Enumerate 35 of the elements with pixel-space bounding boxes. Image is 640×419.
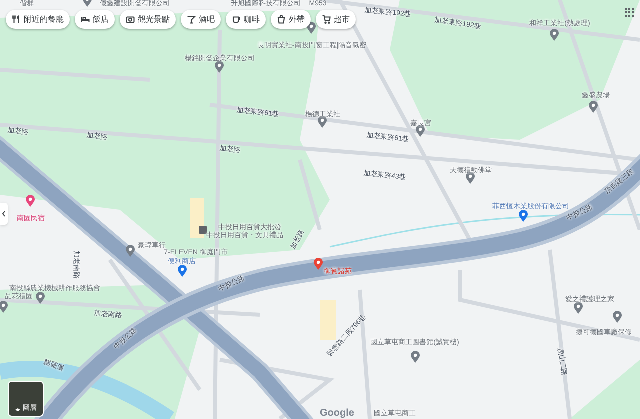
cocktail-icon — [187, 15, 196, 24]
category-chip[interactable]: 外帶 — [271, 10, 311, 29]
map-pin-icon[interactable] — [588, 101, 598, 113]
map-pin-icon[interactable] — [314, 258, 322, 270]
map-pin-icon[interactable] — [612, 311, 622, 323]
map-logo: Google — [320, 407, 354, 419]
camera-icon — [126, 15, 135, 24]
collapse-tab[interactable] — [0, 203, 8, 225]
category-chip[interactable]: 附近的餐廳 — [6, 10, 70, 29]
map-pin-icon[interactable] — [178, 265, 186, 277]
map-pin-icon[interactable] — [26, 195, 34, 207]
map-pin-icon[interactable] — [36, 292, 44, 304]
map-pin-icon[interactable] — [126, 245, 134, 257]
map-pin-icon[interactable] — [574, 302, 582, 314]
cart-icon — [322, 15, 331, 24]
map-pin-icon[interactable] — [214, 61, 224, 73]
layers-icon — [15, 408, 21, 414]
bed-icon — [81, 15, 90, 24]
map-pin-icon[interactable] — [0, 301, 8, 313]
map-pin-icon[interactable] — [416, 125, 424, 137]
category-chip[interactable]: 超市 — [316, 10, 356, 29]
map-pin-icon[interactable] — [410, 351, 420, 363]
fork-knife-icon — [12, 15, 21, 24]
category-chip[interactable]: 酒吧 — [181, 10, 221, 29]
map-pin-icon[interactable] — [318, 116, 326, 128]
category-chip[interactable]: 飯店 — [75, 10, 115, 29]
category-chip[interactable]: 咖啡 — [226, 10, 266, 29]
map-pin-icon[interactable] — [466, 172, 474, 184]
apps-grid-icon[interactable] — [625, 8, 634, 17]
map-pin-icon[interactable] — [518, 210, 528, 222]
coffee-cup-icon — [232, 15, 241, 24]
chevron-left-icon — [2, 211, 6, 217]
map-pin-icon[interactable] — [550, 29, 558, 41]
takeout-box-icon — [277, 15, 286, 24]
category-chip[interactable]: 觀光景點 — [120, 10, 176, 29]
